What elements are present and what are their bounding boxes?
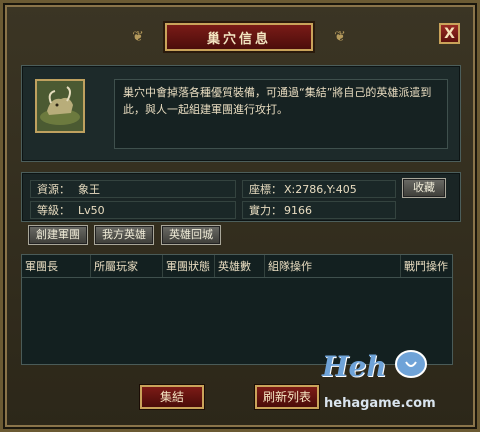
- close-icon: X: [444, 25, 455, 42]
- watermark-logo: Heh: [322, 350, 387, 383]
- table-header: 軍團長 所屬玩家 軍團狀態 英雄數 組隊操作 戰鬥操作: [22, 255, 452, 278]
- coordinate-row: 座標： X:2786,Y:405: [242, 180, 396, 198]
- tab-our-heroes[interactable]: 我方英雄: [94, 225, 154, 245]
- column-header: 軍團狀態: [162, 255, 214, 277]
- column-header: 英雄數: [214, 255, 264, 277]
- refresh-list-button[interactable]: 刷新列表: [255, 385, 319, 409]
- level-label: 等級：: [37, 204, 70, 217]
- column-header: 戰鬥操作: [400, 255, 452, 277]
- coordinate-label: 座標：: [249, 183, 282, 196]
- column-header: 軍團長: [25, 260, 58, 273]
- level-value: Lv50: [78, 204, 105, 217]
- resource-row: 資源： 象王: [30, 180, 236, 198]
- resource-value: 象王: [78, 183, 100, 196]
- speech-bubble-icon: [395, 350, 427, 378]
- column-header: 所屬玩家: [90, 255, 162, 277]
- column-header: 組隊操作: [264, 255, 400, 277]
- title-ornament-right: ❦: [334, 29, 346, 45]
- resource-label: 資源：: [37, 183, 70, 196]
- nest-description: 巢穴中會掉落各種優質裝備，可通過“集結”將自己的英雄派遣到此，與人一起組建軍團進…: [114, 79, 448, 149]
- watermark-url: hehagame.com: [324, 396, 436, 411]
- tab-create-legion[interactable]: 創建軍團: [28, 225, 88, 245]
- close-button[interactable]: X: [439, 23, 460, 44]
- power-row: 實力： 9166: [242, 201, 396, 219]
- title-ornament-left: ❦: [132, 29, 144, 45]
- window-title-text: 巢穴信息: [206, 31, 271, 47]
- tab-heroes-return[interactable]: 英雄回城: [161, 225, 221, 245]
- rally-button[interactable]: 集結: [140, 385, 204, 409]
- level-row: 等級： Lv50: [30, 201, 236, 219]
- power-value: 9166: [284, 204, 312, 217]
- watermark: Heh hehagame.com: [318, 348, 468, 420]
- coordinate-value: X:2786,Y:405: [284, 183, 357, 196]
- window-title: 巢穴信息: [165, 23, 313, 51]
- beast-icon: [37, 81, 83, 131]
- power-label: 實力：: [249, 204, 282, 217]
- nest-avatar: [35, 79, 85, 133]
- favorite-button[interactable]: 收藏: [402, 178, 446, 198]
